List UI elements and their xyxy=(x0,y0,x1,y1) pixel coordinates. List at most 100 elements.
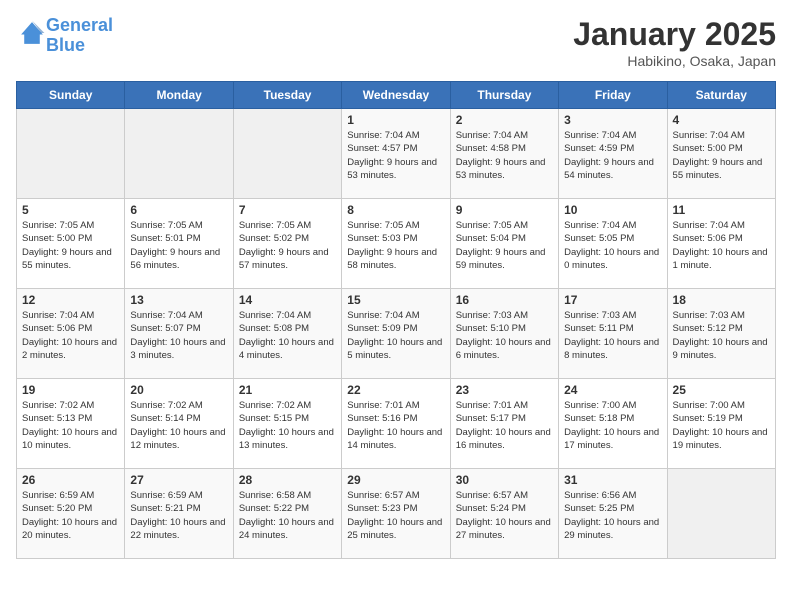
calendar-cell xyxy=(667,469,775,559)
day-number: 21 xyxy=(239,383,336,397)
calendar-cell: 14 Sunrise: 7:04 AM Sunset: 5:08 PM Dayli… xyxy=(233,289,341,379)
calendar-cell xyxy=(125,109,233,199)
calendar-cell: 29 Sunrise: 6:57 AM Sunset: 5:23 PM Dayli… xyxy=(342,469,450,559)
calendar-cell: 25Sunrise: 7:00 AM Sunset: 5:19 PM Dayli… xyxy=(667,379,775,469)
calendar-cell: 3 Sunrise: 7:04 AM Sunset: 4:59 PM Daylig… xyxy=(559,109,667,199)
day-number: 10 xyxy=(564,203,661,217)
day-info: Sunrise: 7:02 AM Sunset: 5:15 PM Dayligh… xyxy=(239,399,336,452)
calendar-cell: 26 Sunrise: 6:59 AM Sunset: 5:20 PM Dayli… xyxy=(17,469,125,559)
day-info: Sunrise: 7:03 AM Sunset: 5:12 PM Dayligh… xyxy=(673,309,770,362)
day-info: Sunrise: 7:05 AM Sunset: 5:04 PM Dayligh… xyxy=(456,219,553,272)
day-info: Sunrise: 7:02 AM Sunset: 5:13 PM Dayligh… xyxy=(22,399,119,452)
calendar-cell: 27 Sunrise: 6:59 AM Sunset: 5:21 PM Dayli… xyxy=(125,469,233,559)
day-info: Sunrise: 6:57 AM Sunset: 5:23 PM Dayligh… xyxy=(347,489,444,542)
calendar-cell: 10 Sunrise: 7:04 AM Sunset: 5:05 PM Dayli… xyxy=(559,199,667,289)
day-number: 17 xyxy=(564,293,661,307)
day-header-saturday: Saturday xyxy=(667,82,775,109)
week-row-4: 19Sunrise: 7:02 AM Sunset: 5:13 PM Dayli… xyxy=(17,379,776,469)
day-number: 22 xyxy=(347,383,444,397)
day-header-wednesday: Wednesday xyxy=(342,82,450,109)
day-number: 6 xyxy=(130,203,227,217)
day-info: Sunrise: 7:05 AM Sunset: 5:02 PM Dayligh… xyxy=(239,219,336,272)
day-info: Sunrise: 7:01 AM Sunset: 5:17 PM Dayligh… xyxy=(456,399,553,452)
calendar-cell: 18Sunrise: 7:03 AM Sunset: 5:12 PM Dayli… xyxy=(667,289,775,379)
day-info: Sunrise: 7:04 AM Sunset: 5:06 PM Dayligh… xyxy=(673,219,770,272)
week-row-3: 12 Sunrise: 7:04 AM Sunset: 5:06 PM Dayli… xyxy=(17,289,776,379)
day-number: 13 xyxy=(130,293,227,307)
calendar-cell: 17 Sunrise: 7:03 AM Sunset: 5:11 PM Dayli… xyxy=(559,289,667,379)
day-number: 8 xyxy=(347,203,444,217)
day-info: Sunrise: 7:03 AM Sunset: 5:11 PM Dayligh… xyxy=(564,309,661,362)
calendar-cell: 28 Sunrise: 6:58 AM Sunset: 5:22 PM Dayli… xyxy=(233,469,341,559)
day-info: Sunrise: 7:01 AM Sunset: 5:16 PM Dayligh… xyxy=(347,399,444,452)
calendar-cell: 23 Sunrise: 7:01 AM Sunset: 5:17 PM Dayli… xyxy=(450,379,558,469)
day-number: 12 xyxy=(22,293,119,307)
day-header-friday: Friday xyxy=(559,82,667,109)
calendar-body: 1 Sunrise: 7:04 AM Sunset: 4:57 PM Daylig… xyxy=(17,109,776,559)
day-header-thursday: Thursday xyxy=(450,82,558,109)
day-info: Sunrise: 7:04 AM Sunset: 5:00 PM Dayligh… xyxy=(673,129,770,182)
calendar-cell: 8 Sunrise: 7:05 AM Sunset: 5:03 PM Daylig… xyxy=(342,199,450,289)
calendar-cell: 24Sunrise: 7:00 AM Sunset: 5:18 PM Dayli… xyxy=(559,379,667,469)
day-number: 31 xyxy=(564,473,661,487)
day-number: 2 xyxy=(456,113,553,127)
day-number: 1 xyxy=(347,113,444,127)
week-row-2: 5 Sunrise: 7:05 AM Sunset: 5:00 PM Daylig… xyxy=(17,199,776,289)
calendar-cell: 2 Sunrise: 7:04 AM Sunset: 4:58 PM Daylig… xyxy=(450,109,558,199)
calendar-cell: 13Sunrise: 7:04 AM Sunset: 5:07 PM Dayli… xyxy=(125,289,233,379)
day-info: Sunrise: 7:04 AM Sunset: 4:57 PM Dayligh… xyxy=(347,129,444,182)
calendar-cell: 5 Sunrise: 7:05 AM Sunset: 5:00 PM Daylig… xyxy=(17,199,125,289)
day-number: 3 xyxy=(564,113,661,127)
day-number: 9 xyxy=(456,203,553,217)
day-info: Sunrise: 6:59 AM Sunset: 5:21 PM Dayligh… xyxy=(130,489,227,542)
day-number: 16 xyxy=(456,293,553,307)
calendar-cell: 1 Sunrise: 7:04 AM Sunset: 4:57 PM Daylig… xyxy=(342,109,450,199)
week-row-1: 1 Sunrise: 7:04 AM Sunset: 4:57 PM Daylig… xyxy=(17,109,776,199)
day-number: 4 xyxy=(673,113,770,127)
calendar-cell: 16 Sunrise: 7:03 AM Sunset: 5:10 PM Dayli… xyxy=(450,289,558,379)
day-number: 27 xyxy=(130,473,227,487)
day-header-monday: Monday xyxy=(125,82,233,109)
day-info: Sunrise: 6:58 AM Sunset: 5:22 PM Dayligh… xyxy=(239,489,336,542)
day-number: 28 xyxy=(239,473,336,487)
calendar-cell: 20 Sunrise: 7:02 AM Sunset: 5:14 PM Dayli… xyxy=(125,379,233,469)
day-info: Sunrise: 6:59 AM Sunset: 5:20 PM Dayligh… xyxy=(22,489,119,542)
day-number: 11 xyxy=(673,203,770,217)
day-info: Sunrise: 7:04 AM Sunset: 5:06 PM Dayligh… xyxy=(22,309,119,362)
logo-text: General Blue xyxy=(46,16,113,56)
calendar-table: SundayMondayTuesdayWednesdayThursdayFrid… xyxy=(16,81,776,559)
day-number: 30 xyxy=(456,473,553,487)
day-number: 23 xyxy=(456,383,553,397)
calendar-cell: 31 Sunrise: 6:56 AM Sunset: 5:25 PM Dayli… xyxy=(559,469,667,559)
calendar-title: January 2025 xyxy=(573,16,776,53)
title-block: January 2025 Habikino, Osaka, Japan xyxy=(573,16,776,69)
day-number: 7 xyxy=(239,203,336,217)
calendar-header: SundayMondayTuesdayWednesdayThursdayFrid… xyxy=(17,82,776,109)
day-info: Sunrise: 7:05 AM Sunset: 5:01 PM Dayligh… xyxy=(130,219,227,272)
day-info: Sunrise: 6:56 AM Sunset: 5:25 PM Dayligh… xyxy=(564,489,661,542)
header-row: SundayMondayTuesdayWednesdayThursdayFrid… xyxy=(17,82,776,109)
calendar-cell: 12 Sunrise: 7:04 AM Sunset: 5:06 PM Dayli… xyxy=(17,289,125,379)
day-info: Sunrise: 7:00 AM Sunset: 5:18 PM Dayligh… xyxy=(564,399,661,452)
day-number: 26 xyxy=(22,473,119,487)
day-info: Sunrise: 7:04 AM Sunset: 4:58 PM Dayligh… xyxy=(456,129,553,182)
day-info: Sunrise: 7:04 AM Sunset: 4:59 PM Dayligh… xyxy=(564,129,661,182)
day-number: 25 xyxy=(673,383,770,397)
calendar-subtitle: Habikino, Osaka, Japan xyxy=(573,53,776,69)
logo-line1: General xyxy=(46,15,113,35)
day-number: 29 xyxy=(347,473,444,487)
calendar-cell: 15Sunrise: 7:04 AM Sunset: 5:09 PM Dayli… xyxy=(342,289,450,379)
day-info: Sunrise: 7:05 AM Sunset: 5:00 PM Dayligh… xyxy=(22,219,119,272)
calendar-cell: 9 Sunrise: 7:05 AM Sunset: 5:04 PM Daylig… xyxy=(450,199,558,289)
calendar-cell: 19Sunrise: 7:02 AM Sunset: 5:13 PM Dayli… xyxy=(17,379,125,469)
day-info: Sunrise: 7:02 AM Sunset: 5:14 PM Dayligh… xyxy=(130,399,227,452)
day-number: 14 xyxy=(239,293,336,307)
day-info: Sunrise: 7:04 AM Sunset: 5:08 PM Dayligh… xyxy=(239,309,336,362)
day-number: 20 xyxy=(130,383,227,397)
day-info: Sunrise: 7:03 AM Sunset: 5:10 PM Dayligh… xyxy=(456,309,553,362)
day-number: 5 xyxy=(22,203,119,217)
calendar-cell xyxy=(233,109,341,199)
day-info: Sunrise: 7:04 AM Sunset: 5:05 PM Dayligh… xyxy=(564,219,661,272)
day-info: Sunrise: 7:05 AM Sunset: 5:03 PM Dayligh… xyxy=(347,219,444,272)
day-number: 15 xyxy=(347,293,444,307)
